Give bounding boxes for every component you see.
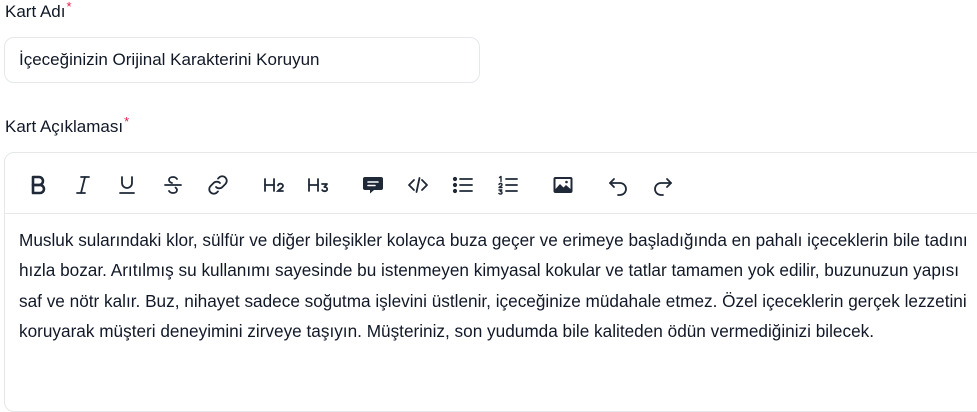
- strikethrough-icon: [164, 176, 182, 194]
- link-button[interactable]: [204, 171, 232, 199]
- heading-3-icon: [308, 178, 329, 193]
- code-icon: [408, 177, 428, 193]
- bullet-list-button[interactable]: [449, 171, 477, 199]
- undo-button[interactable]: [604, 171, 632, 199]
- italic-icon: [76, 176, 90, 194]
- card-description-label-text: Kart Açıklaması: [5, 117, 124, 136]
- editor-toolbar: [5, 153, 977, 214]
- required-asterisk: *: [66, 0, 72, 14]
- comment-button[interactable]: [359, 171, 387, 199]
- bold-button[interactable]: [24, 171, 52, 199]
- link-icon: [208, 175, 228, 195]
- numbered-list-button[interactable]: [494, 171, 522, 199]
- editor-content[interactable]: Musluk sularındaki klor, sülfür ve diğer…: [19, 225, 977, 346]
- bullet-list-icon: [452, 176, 473, 194]
- underline-button[interactable]: [113, 171, 141, 199]
- card-name-label: Kart Adı*: [5, 0, 72, 22]
- card-name-label-text: Kart Adı: [5, 2, 66, 21]
- redo-button[interactable]: [649, 171, 677, 199]
- image-button[interactable]: [549, 171, 577, 199]
- card-name-input[interactable]: [4, 37, 480, 83]
- bold-icon: [31, 175, 46, 195]
- required-asterisk: *: [124, 114, 130, 129]
- numbered-list-icon: [498, 175, 518, 195]
- undo-icon: [609, 178, 627, 196]
- image-icon: [553, 177, 573, 193]
- underline-icon: [119, 176, 135, 194]
- heading-2-icon: [264, 178, 284, 192]
- heading3-button[interactable]: [303, 171, 335, 199]
- rich-text-editor[interactable]: Musluk sularındaki klor, sülfür ve diğer…: [4, 152, 977, 412]
- comment-icon: [363, 177, 383, 194]
- code-button[interactable]: [404, 171, 432, 199]
- strikethrough-button[interactable]: [159, 171, 187, 199]
- redo-icon: [654, 178, 672, 196]
- heading2-button[interactable]: [259, 171, 291, 199]
- italic-button[interactable]: [69, 171, 97, 199]
- card-description-label: Kart Açıklaması*: [5, 114, 130, 137]
